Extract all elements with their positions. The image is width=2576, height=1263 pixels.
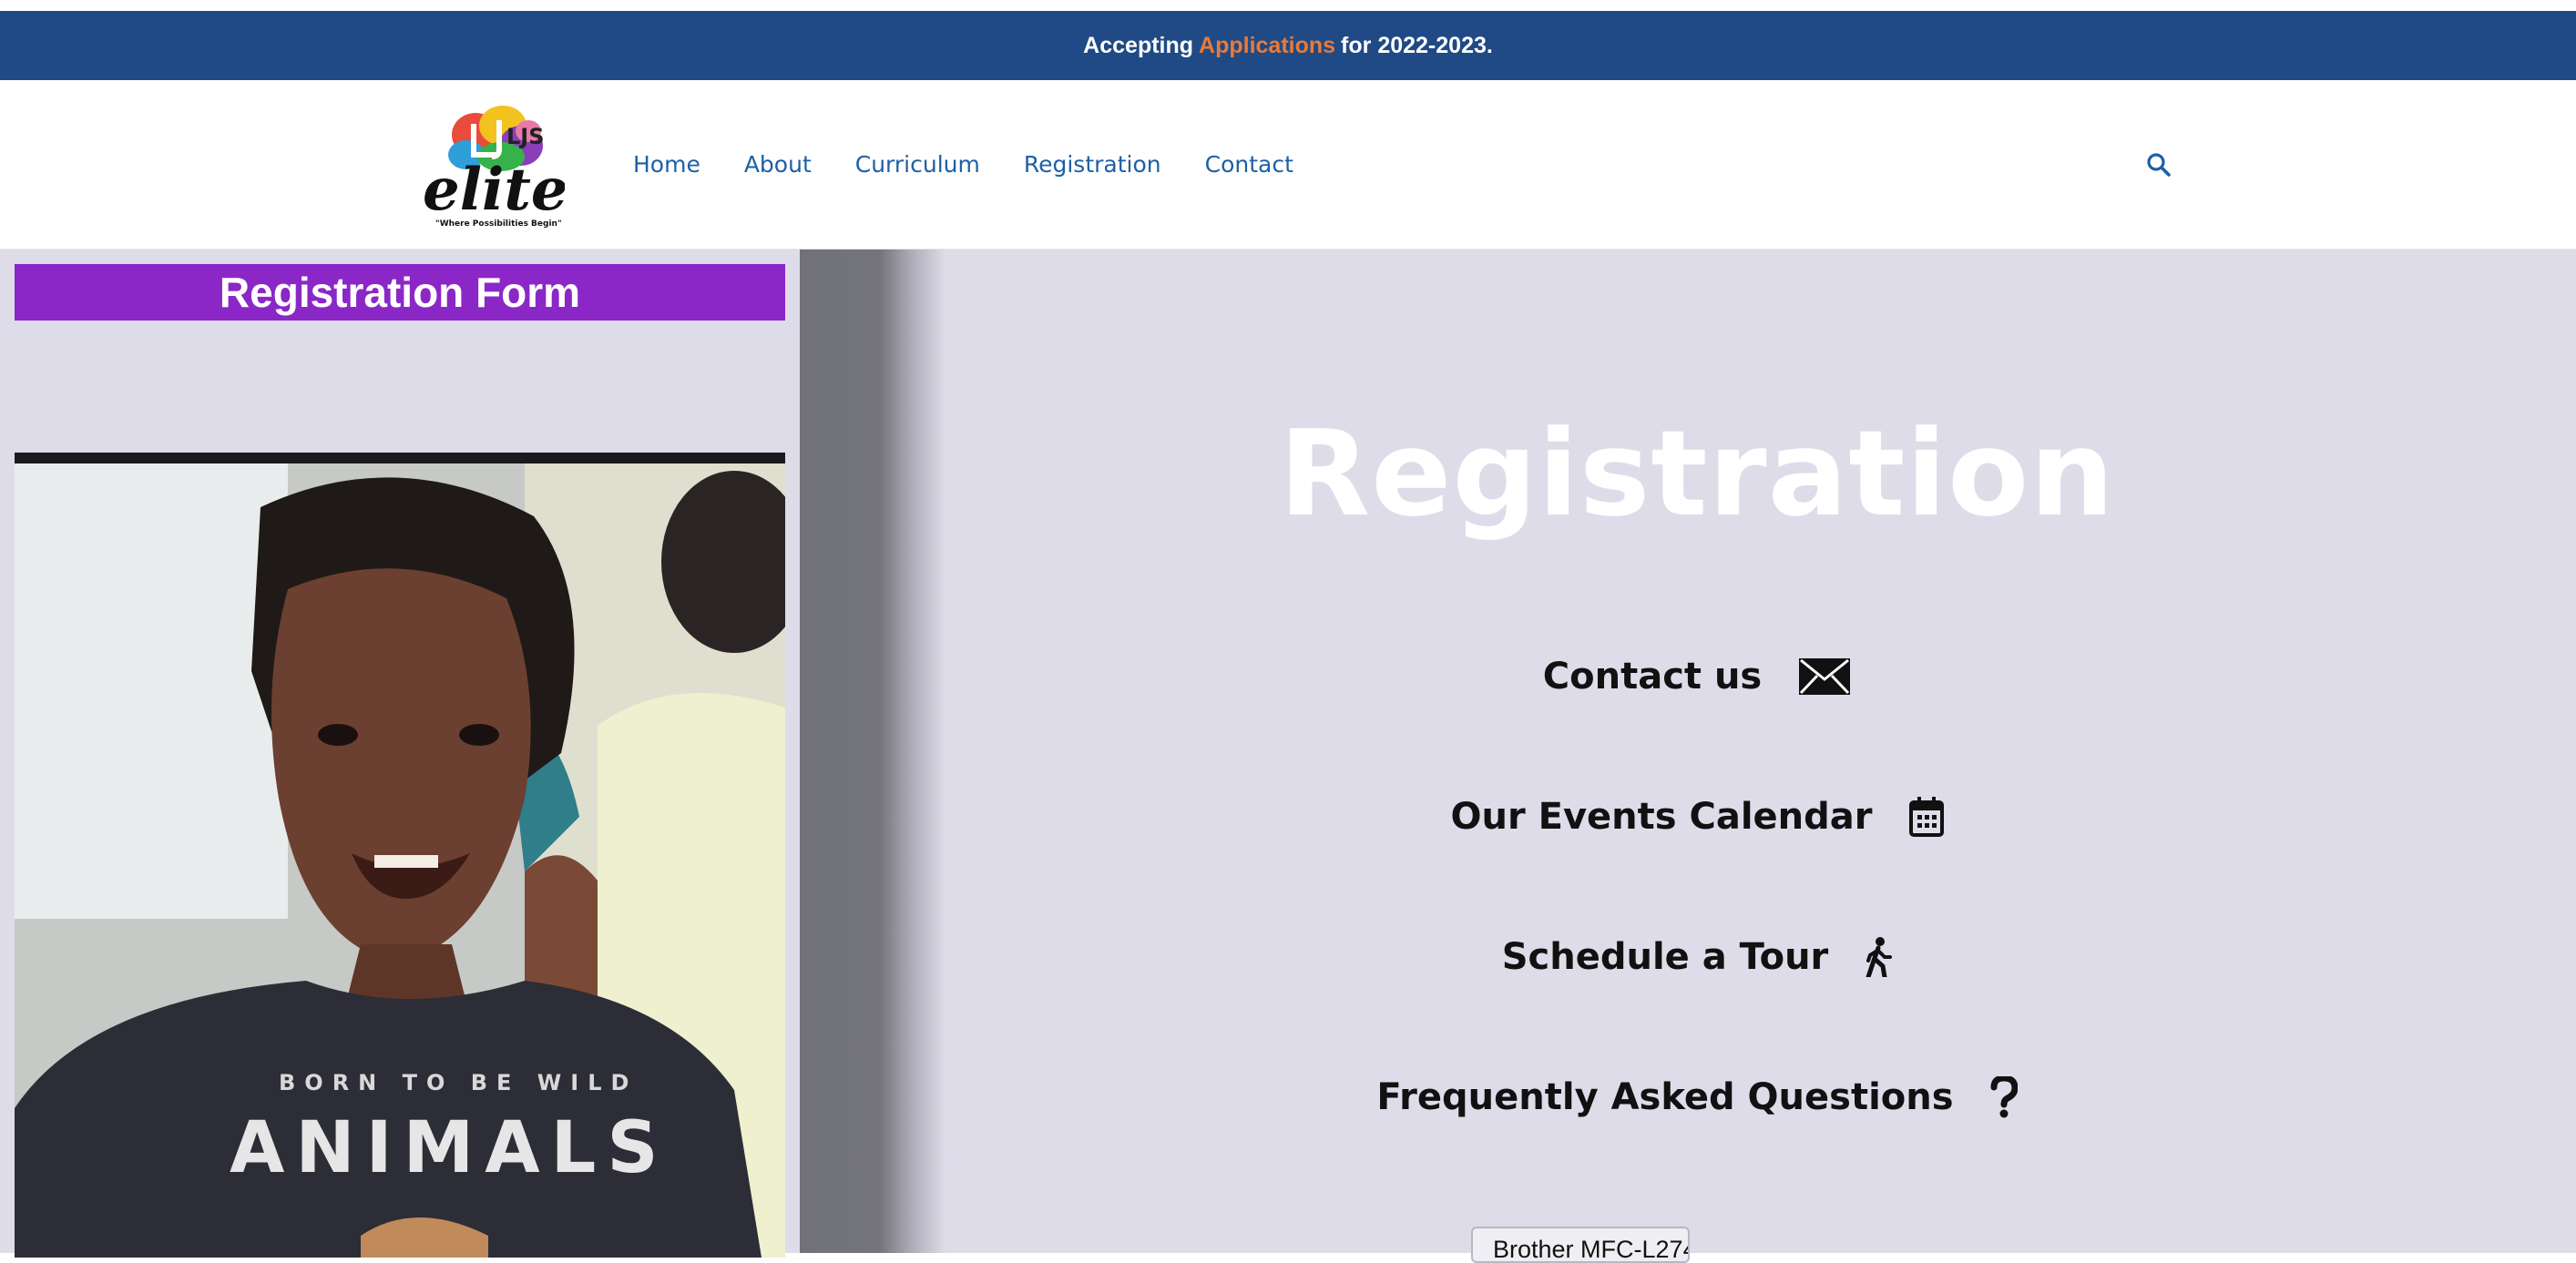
faq-link[interactable]: Frequently Asked Questions bbox=[946, 1076, 2448, 1118]
envelope-icon bbox=[1798, 657, 1851, 696]
applications-link[interactable]: Applications bbox=[1199, 33, 1335, 59]
events-calendar-label: Our Events Calendar bbox=[1450, 796, 1873, 838]
student-photo: BORN TO BE WILD ANIMALS bbox=[15, 453, 785, 1258]
contact-us-link[interactable]: Contact us bbox=[946, 656, 2448, 698]
page-title: Registration bbox=[1279, 404, 2115, 543]
contact-us-label: Contact us bbox=[1542, 656, 1763, 698]
panel-divider bbox=[800, 250, 946, 1253]
logo-wordmark: elite bbox=[423, 156, 565, 224]
nav-curriculum[interactable]: Curriculum bbox=[855, 151, 980, 178]
announcement-prefix: Accepting bbox=[1083, 32, 1194, 58]
printer-selector[interactable]: Brother MFC-L2740DW series bbox=[1471, 1227, 1690, 1263]
search-icon[interactable] bbox=[2145, 151, 2172, 178]
nav-registration[interactable]: Registration bbox=[1024, 151, 1161, 178]
faq-label: Frequently Asked Questions bbox=[1376, 1076, 1954, 1118]
top-strip bbox=[0, 0, 2576, 11]
logo-tagline: "Where Possibilities Begin" bbox=[435, 219, 562, 229]
walking-icon bbox=[1865, 937, 1893, 977]
site-logo[interactable]: LJS elite "Where Possibilities Begin" bbox=[419, 98, 568, 233]
nav-home[interactable]: Home bbox=[633, 151, 700, 178]
calendar-icon bbox=[1908, 797, 1944, 837]
shirt-text-line1: BORN TO BE WILD bbox=[279, 1070, 638, 1095]
left-panel: Registration Form BORN TO BE WILD ANIMAL… bbox=[0, 250, 800, 1258]
main-nav: Home About Curriculum Registration Conta… bbox=[633, 80, 1337, 249]
announcement-bar: Accepting Applications for 2022-2023. bbox=[0, 11, 2576, 80]
registration-form-heading[interactable]: Registration Form bbox=[15, 264, 785, 321]
shirt-text-line2: ANIMALS bbox=[230, 1107, 670, 1189]
right-panel: Registration Contact us Our Events Calen… bbox=[946, 250, 2576, 1263]
question-icon bbox=[1990, 1076, 2018, 1118]
events-calendar-link[interactable]: Our Events Calendar bbox=[946, 796, 2448, 838]
logo-letters: LJS bbox=[506, 124, 545, 149]
schedule-tour-label: Schedule a Tour bbox=[1501, 936, 1829, 978]
nav-contact[interactable]: Contact bbox=[1205, 151, 1293, 178]
schedule-tour-link[interactable]: Schedule a Tour bbox=[946, 936, 2448, 978]
site-header: LJS elite "Where Possibilities Begin" Ho… bbox=[0, 80, 2576, 250]
announcement-suffix: for 2022-2023. bbox=[1341, 32, 1493, 58]
nav-about[interactable]: About bbox=[744, 151, 812, 178]
